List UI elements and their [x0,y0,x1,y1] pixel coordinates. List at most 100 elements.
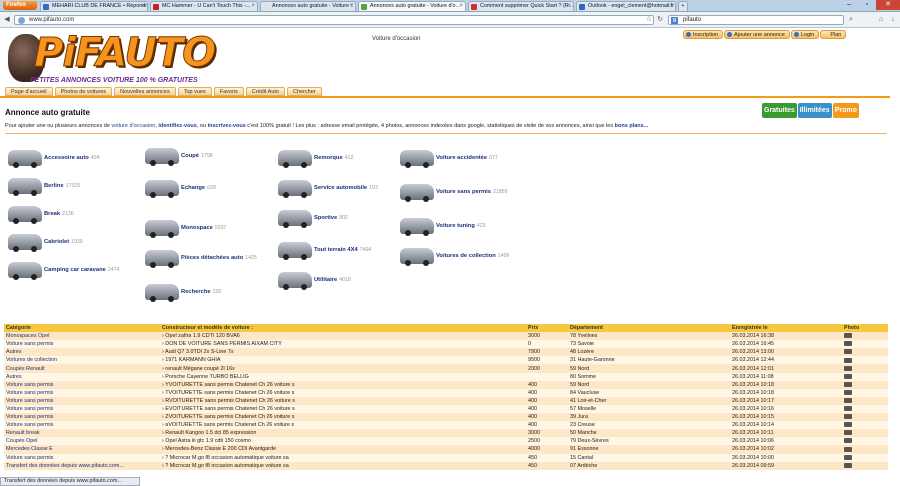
category-cell[interactable]: Voitures de collection [4,356,160,365]
category-cell[interactable]: Voiture sans permis [4,413,160,422]
browser-tab[interactable]: MC Hammer - U Can't Touch This -... × [150,1,258,11]
top-link-plan[interactable]: Plan [820,30,847,39]
camera-icon[interactable] [844,462,852,468]
table-row[interactable]: Voiture sans permis › EVOITURETTE sans pe… [4,404,888,414]
back-arrow-icon[interactable]: ◀ [2,15,12,25]
identify-link[interactable]: identifiez-vous [158,123,197,129]
photo-cell[interactable] [842,388,888,397]
model-text[interactable]: RVOITURETTE sans permis Chatenet Ch 26 v… [165,398,295,404]
bookmark-star-icon[interactable]: ☆ [644,15,654,25]
category-cell[interactable]: Mercedes Classe E [4,445,160,454]
close-tab-icon[interactable]: × [251,2,255,11]
camera-icon[interactable] [844,365,852,371]
category-cell[interactable]: Voiture sans permis [4,380,160,389]
maximize-button[interactable]: ▫ [858,0,876,10]
new-tab-button[interactable]: + [678,1,688,11]
menu-item-photos[interactable]: Photos de voitures [54,87,113,96]
close-tab-icon[interactable]: × [349,2,353,11]
model-cell[interactable]: › TVOITURETTE sans permis Chatenet Ch 26… [160,388,526,397]
table-row[interactable]: Voiture sans permis › aVOITURETTE sans pe… [4,421,888,430]
table-row[interactable]: Voiture sans permis › RVOITURETTE sans pe… [4,396,888,405]
model-cell[interactable]: › Porsche Cayenne TURBO BELLIG [160,372,526,381]
table-row[interactable]: Voiture sans permis › ? Microcar M.go f8 … [4,453,888,462]
category-cell[interactable]: Autres [4,348,160,357]
table-row[interactable]: Voiture sans permis › ZVOITURETTE sans pe… [4,413,888,422]
photo-cell[interactable] [842,364,888,373]
table-row[interactable]: Mercedes Classe E › Mercedes-Benz Classe … [4,445,888,454]
photo-cell[interactable] [842,340,888,349]
category-cell[interactable]: Voiture sans permis [4,421,160,430]
model-text[interactable]: renault Mégane coupé 2l 16v [165,366,235,372]
badge-promo[interactable]: Promo [832,103,859,118]
browser-tab[interactable]: Comment supprimer Quick Start ? (R... × [468,1,574,11]
camera-icon[interactable] [844,357,852,363]
model-text[interactable]: Mercedes-Benz Classe E 200 CDI Avantgard… [165,446,276,452]
category-cell[interactable]: Autres [4,372,160,381]
camera-icon[interactable] [844,406,852,412]
model-cell[interactable]: › ? Microcar M.go f8 occasion automatiqu… [160,461,526,470]
model-cell[interactable]: › aVOITURETTE sans permis Chatenet Ch 26… [160,421,526,430]
model-cell[interactable]: › 1971 KARMANN GHIA [160,356,526,365]
camera-icon[interactable] [844,422,852,428]
register-link[interactable]: inscrivez-vous [208,123,246,129]
menu-item-home[interactable]: Page d'accueil [5,87,53,96]
camera-icon[interactable] [844,373,852,379]
firefox-menu-button[interactable]: Firefox [3,1,37,10]
model-text[interactable]: Porsche Cayenne TURBO BELLIG [165,374,249,380]
model-cell[interactable]: › Opel zafira 1.9 CDTI 120 BVA6 [160,332,526,341]
table-row[interactable]: Coupés Opel › Opel Astra iii gtc 1.9 cdti… [4,437,888,446]
good-deals-link[interactable]: bons plans... [615,123,649,129]
camera-icon[interactable] [844,414,852,420]
camera-icon[interactable] [844,430,852,436]
photo-cell[interactable] [842,348,888,357]
photo-cell[interactable] [842,404,888,414]
model-cell[interactable]: › YVOITURETTE sans permis Chatenet Ch 26… [160,380,526,389]
photo-cell[interactable] [842,429,888,438]
model-text[interactable]: Opel zafira 1.9 CDTI 120 BVA6 [165,333,240,339]
minimize-button[interactable]: – [840,0,858,10]
model-cell[interactable]: › DON DE VOITURE SANS PERMIS AIXAM CITY [160,340,526,349]
camera-icon[interactable] [844,349,852,355]
badge-unlimited[interactable]: Illimitées [797,103,832,118]
menu-item-credit[interactable]: Crédit Auto [245,87,285,96]
photo-cell[interactable] [842,437,888,446]
top-link-add-listing[interactable]: Ajouter une annonce [724,30,790,39]
table-row[interactable]: Voiture sans permis › TVOITURETTE sans pe… [4,388,888,397]
model-cell[interactable]: › Audi Q7 3.0TDI 2x S-Line 7s [160,348,526,357]
camera-icon[interactable] [844,446,852,452]
reload-icon[interactable]: ↻ [655,15,665,25]
table-row[interactable]: Coupés Renault › renault Mégane coupé 2l … [4,364,888,373]
camera-icon[interactable] [844,381,852,387]
category-cell[interactable]: Voiture sans permis [4,388,160,397]
table-row[interactable]: Autres › Audi Q7 3.0TDI 2x S-Line 7s 7900 4… [4,348,888,357]
used-car-link[interactable]: voiture d'occasion [111,123,155,129]
model-cell[interactable]: › renault Mégane coupé 2l 16v [160,364,526,373]
photo-cell[interactable] [842,332,888,341]
model-text[interactable]: ? Microcar M.go f8 occasion automatique … [165,463,288,469]
camera-icon[interactable] [844,389,852,395]
model-text[interactable]: Opel Astra iii gtc 1.9 cdti 150 cosmo [165,438,251,444]
search-go-icon[interactable]: ⌕ [846,15,856,25]
table-row[interactable]: Autres › Porsche Cayenne TURBO BELLIG 80 S… [4,372,888,381]
photo-cell[interactable] [842,421,888,430]
close-window-button[interactable]: ✕ [876,0,900,10]
model-text[interactable]: aVOITURETTE sans permis Chatenet Ch 26 v… [165,422,294,428]
photo-cell[interactable] [842,372,888,381]
model-cell[interactable]: › Opel Astra iii gtc 1.9 cdti 150 cosmo [160,437,526,446]
photo-cell[interactable] [842,396,888,405]
category-cell[interactable]: Transfert des données depuis www.pifauto… [4,461,160,470]
site-logo[interactable]: PiFAUTO PETITES ANNONCES VOITURE 100 % G… [4,30,217,92]
photo-cell[interactable] [842,445,888,454]
search-box[interactable]: g pifauto [668,15,844,25]
table-row[interactable]: Voiture sans permis › YVOITURETTE sans pe… [4,380,888,389]
category-cell[interactable]: Voiture sans permis [4,340,160,349]
model-text[interactable]: 1971 KARMANN GHIA [165,357,220,363]
table-row[interactable]: Transfert des données depuis www.pifauto… [4,461,888,470]
menu-item-favorites[interactable]: Favoris [213,87,244,96]
category-cell[interactable]: Coupés Opel [4,437,160,446]
close-tab-icon[interactable]: × [669,2,673,11]
top-link-inscription[interactable]: Inscription [683,30,724,39]
downloads-icon[interactable]: ↓ [888,15,898,25]
table-row[interactable]: Monospaces Opel › Opel zafira 1.9 CDTI 12… [4,332,888,341]
camera-icon[interactable] [844,341,852,347]
